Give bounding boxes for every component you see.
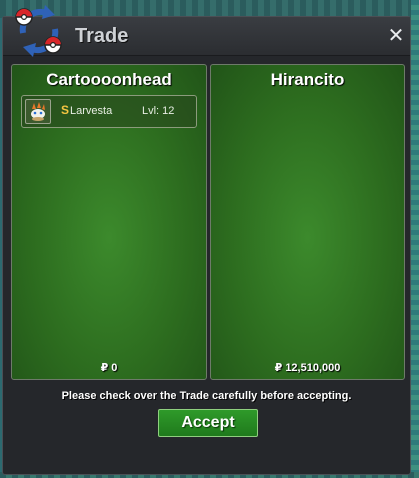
player-name-right: Hirancito — [270, 70, 345, 89]
trade-warning-text: Please check over the Trade carefully be… — [61, 390, 352, 402]
money-offer-right: ₽ 12,510,000 — [274, 362, 341, 374]
map-tile-strip-right — [411, 0, 419, 478]
pokeball-icon — [15, 8, 33, 26]
trade-window: Trade ✕ Cartoooonhead S Larvesta Lvl: 12… — [2, 5, 411, 475]
trade-logo-icon — [15, 5, 62, 57]
close-button[interactable]: ✕ — [386, 26, 406, 46]
window-title: Trade — [75, 25, 129, 47]
money-offer-left: ₽ 0 — [100, 362, 118, 374]
shiny-marker: S — [61, 103, 70, 117]
larvesta-sprite-icon — [25, 99, 51, 124]
offered-pokemon-item[interactable]: S Larvesta Lvl: 12 — [21, 95, 197, 128]
pokemon-name: Larvesta — [70, 105, 113, 117]
partner-offer-panel: Hirancito ₽ 12,510,000 — [210, 64, 405, 380]
my-offer-panel[interactable]: Cartoooonhead S Larvesta Lvl: 12 ₽ 0 — [11, 64, 207, 380]
accept-button[interactable]: Accept — [158, 409, 258, 437]
player-name-left: Cartoooonhead — [46, 70, 172, 89]
pokeball-icon — [44, 36, 62, 54]
pokemon-level: Lvl: 12 — [142, 105, 175, 117]
